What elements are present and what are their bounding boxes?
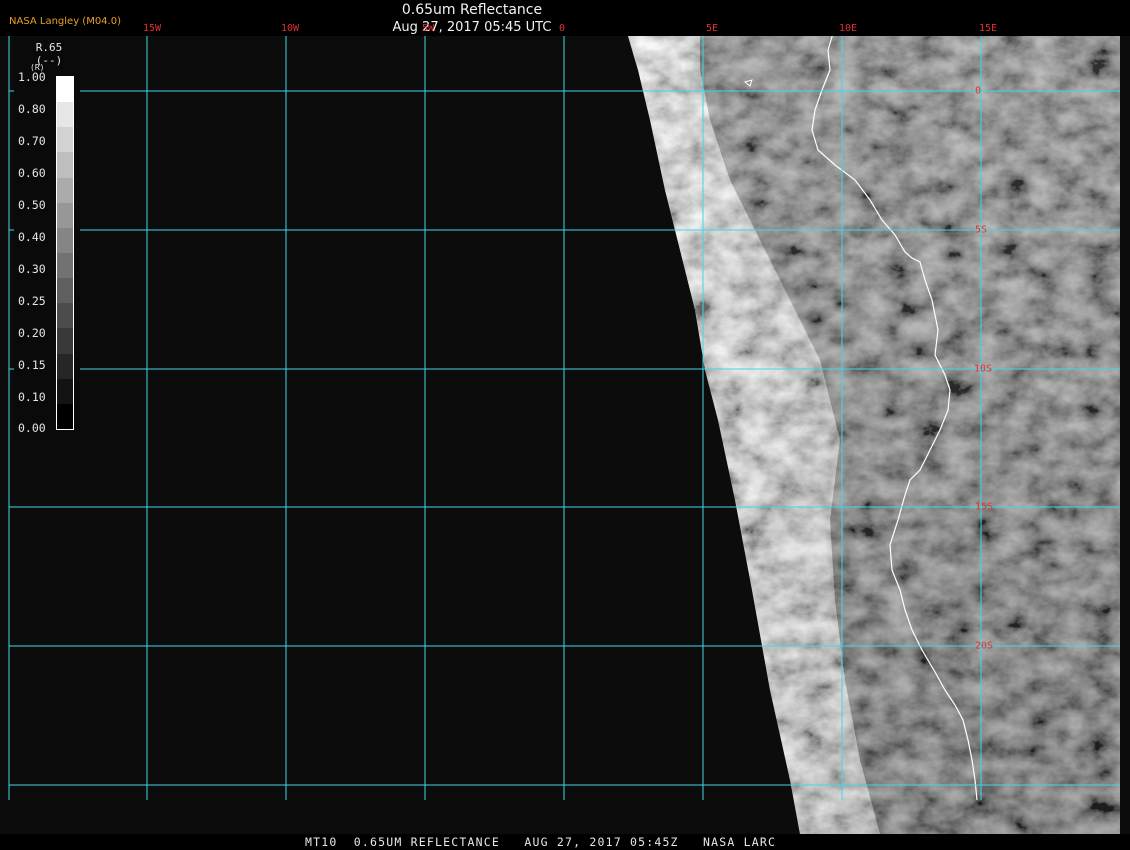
legend-swatch [57, 353, 73, 380]
legend-tick: 0.80 [18, 102, 46, 116]
footer-caption: MT10 0.65UM REFLECTANCE AUG 27, 2017 05:… [305, 835, 777, 849]
legend-tick: 0.60 [18, 166, 46, 180]
lon-label-5w: 5W [421, 23, 435, 34]
lat-label-20s: 20S [975, 640, 994, 652]
satellite-map [0, 0, 1130, 850]
lat-label-0: 0 [975, 85, 982, 97]
lon-label-15e: 15E [978, 23, 998, 34]
legend-swatch [57, 202, 73, 229]
legend-title: R.65 [35, 41, 63, 54]
legend-tick: 0.30 [18, 262, 46, 276]
legend-swatch [57, 77, 73, 103]
lat-label-10s: 10S [974, 363, 993, 375]
legend-swatch [57, 253, 73, 279]
lon-label-0: 0 [558, 23, 566, 34]
lon-label-10w: 10W [280, 23, 300, 34]
legend-swatch [57, 152, 73, 179]
legend-swatch [57, 328, 73, 355]
legend-tick: 0.10 [18, 390, 46, 404]
lon-label-15w: 15W [142, 23, 162, 34]
legend-tick: 0.25 [18, 294, 46, 308]
legend-tick: 0.15 [18, 358, 46, 372]
lat-label-15s: 15S [975, 501, 994, 513]
lon-label-10e: 10E [838, 23, 858, 34]
legend-swatch [57, 102, 73, 128]
legend-swatch [57, 303, 73, 329]
legend-tick: 0.20 [18, 326, 46, 340]
legend-tick: 0.50 [18, 198, 46, 212]
lat-label-5s: 5S [975, 224, 988, 236]
legend-swatch [57, 378, 73, 405]
legend-swatch [57, 278, 73, 304]
legend-swatch [57, 177, 73, 204]
legend-tick: 1.00 [18, 70, 46, 84]
legend-units: (--) [35, 54, 63, 67]
legend-color-bar [56, 76, 74, 430]
legend-swatch [57, 227, 73, 254]
product-datetime: Aug 27, 2017 05:45 UTC [392, 20, 552, 35]
product-title: 0.65um Reflectance [401, 2, 543, 18]
legend-swatch [57, 403, 73, 430]
lon-label-5e: 5E [705, 23, 719, 34]
legend-swatch [57, 127, 73, 153]
legend-tick: 0.00 [18, 421, 46, 435]
footer-bar: MT10 0.65UM REFLECTANCE AUG 27, 2017 05:… [0, 834, 1130, 850]
legend-tick: 0.40 [18, 230, 46, 244]
legend-tick: 0.70 [18, 134, 46, 148]
